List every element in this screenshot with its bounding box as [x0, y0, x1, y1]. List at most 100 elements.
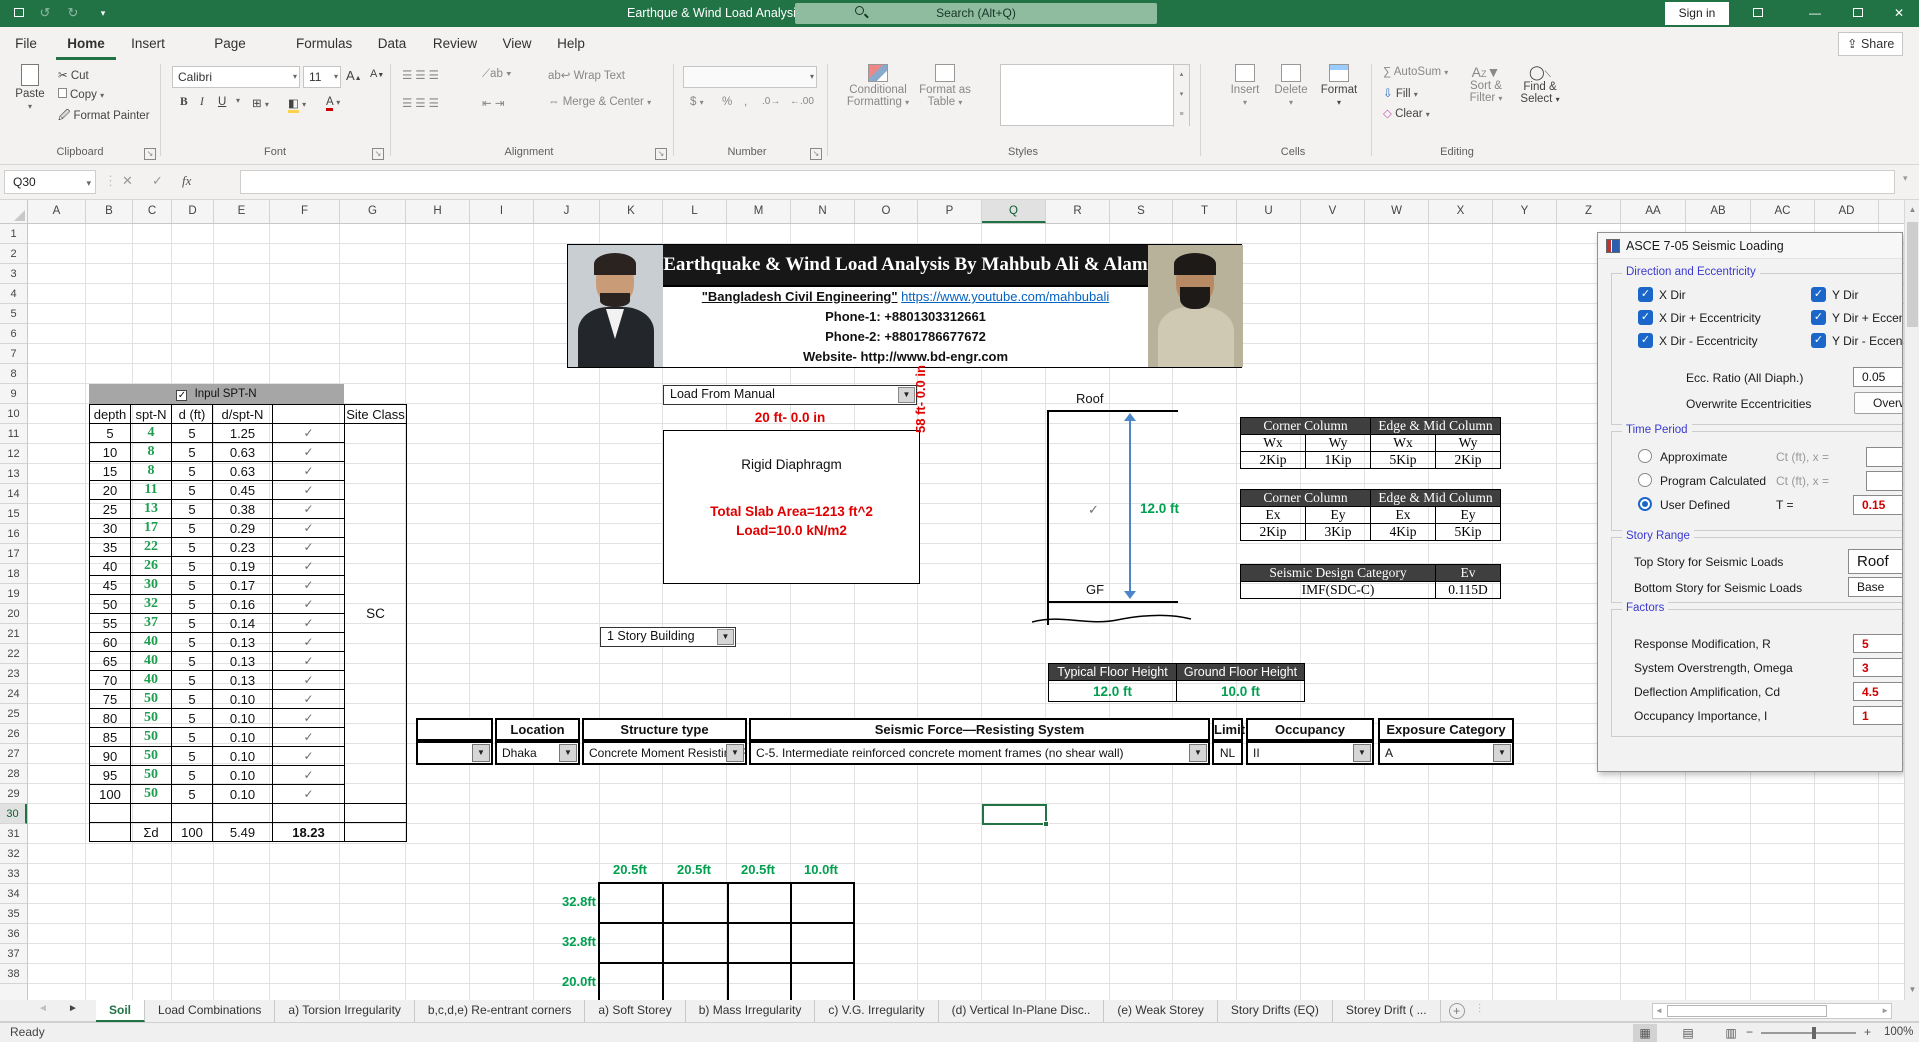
format-cells-button[interactable]: Format▾ — [1314, 64, 1364, 108]
column-header-V[interactable]: V — [1301, 200, 1365, 223]
sheet-tab-a-torsion-irregularity[interactable]: a) Torsion Irregularity — [275, 1000, 415, 1022]
paste-button[interactable]: Paste▾ — [8, 64, 52, 112]
row-header-16[interactable]: 16 — [0, 524, 27, 544]
vertical-align-icons[interactable]: ☰☰☰ — [402, 68, 442, 82]
column-header-A[interactable]: A — [28, 200, 86, 223]
column-header-S[interactable]: S — [1110, 200, 1173, 223]
share-button[interactable]: ⇪ Share — [1838, 32, 1903, 56]
row-header-29[interactable]: 29 — [0, 784, 27, 804]
normal-view-icon[interactable]: ▦ — [1633, 1024, 1657, 1042]
radio-approximate[interactable] — [1638, 449, 1652, 463]
column-header-Q[interactable]: Q — [982, 200, 1046, 223]
number-dialog-launcher[interactable]: ↘ — [810, 148, 822, 160]
page-break-view-icon[interactable]: ▥ — [1719, 1024, 1743, 1042]
checkbox-x-dir-eccentricity[interactable]: ✓ — [1638, 333, 1653, 348]
overwrite-button[interactable]: Overwrite — [1854, 392, 1903, 414]
radio-field[interactable] — [1866, 471, 1903, 491]
column-header-E[interactable]: E — [214, 200, 270, 223]
copy-button[interactable]: Copy ▾ — [58, 88, 104, 101]
radio-program-calculated[interactable] — [1638, 473, 1652, 487]
ribbon-display-options-icon[interactable] — [1738, 0, 1778, 27]
param-value-Seismic Force—Resisting System[interactable]: C-5. Intermediate reinforced concrete mo… — [749, 741, 1210, 765]
confirm-entry-icon[interactable]: ✓ — [152, 173, 163, 189]
ecc-ratio-field[interactable]: 0.05 — [1853, 367, 1903, 387]
column-header-Y[interactable]: Y — [1493, 200, 1557, 223]
row-headers[interactable]: 1234567891011121314151617181920212223242… — [0, 224, 28, 1000]
row-header-37[interactable]: 37 — [0, 944, 27, 964]
fill-handle[interactable] — [1043, 821, 1049, 827]
indent-icons[interactable]: ⇤ ⇥ — [482, 96, 504, 110]
ribbon-tab-data[interactable]: Data — [362, 27, 422, 60]
radio-user-defined[interactable] — [1638, 497, 1652, 511]
underline-button[interactable]: U — [218, 96, 226, 108]
row-header-25[interactable]: 25 — [0, 704, 27, 724]
row-header-17[interactable]: 17 — [0, 544, 27, 564]
column-header-R[interactable]: R — [1046, 200, 1110, 223]
combo-arrow-icon[interactable]: ▼ — [559, 744, 577, 762]
row-header-31[interactable]: 31 — [0, 824, 27, 844]
spt-data-row[interactable]: 5451.25✓SC — [90, 424, 407, 443]
column-header-T[interactable]: T — [1173, 200, 1237, 223]
increase-decimal-icon[interactable]: .0→ — [762, 96, 780, 107]
row-header-14[interactable]: 14 — [0, 484, 27, 504]
row-header-18[interactable]: 18 — [0, 564, 27, 584]
minimize-button[interactable]: — — [1795, 0, 1835, 27]
zoom-out-icon[interactable]: − — [1746, 1025, 1753, 1039]
factor-field[interactable]: 3 — [1853, 658, 1903, 677]
zoom-slider-thumb[interactable] — [1812, 1027, 1816, 1039]
column-header-H[interactable]: H — [406, 200, 470, 223]
customize-quick-access-icon[interactable]: ▾ — [92, 4, 114, 22]
asce-panel-title[interactable]: ASCE 7-05 Seismic Loading — [1598, 233, 1902, 259]
sheet-nav-right-icon[interactable]: ► — [68, 1003, 78, 1014]
ribbon-tab-file[interactable]: File — [0, 27, 56, 60]
column-header-I[interactable]: I — [470, 200, 534, 223]
column-header-M[interactable]: M — [727, 200, 791, 223]
ribbon-tab-page-layout[interactable]: Page Layout — [200, 27, 260, 60]
param-value-Location[interactable]: Dhaka▼ — [495, 741, 580, 765]
format-as-table-button[interactable]: Format asTable ▾ — [915, 64, 975, 108]
combo-arrow-icon[interactable]: ▼ — [1189, 744, 1207, 762]
checkbox-icon[interactable]: ✓ — [176, 390, 187, 401]
italic-button[interactable]: I — [200, 96, 204, 108]
row-header-2[interactable]: 2 — [0, 244, 27, 264]
column-header-O[interactable]: O — [855, 200, 918, 223]
param-value-Occupancy Category[interactable]: II▼ — [1246, 741, 1374, 765]
column-header-D[interactable]: D — [172, 200, 214, 223]
new-sheet-icon[interactable]: + — [1449, 1003, 1465, 1019]
autosum-button[interactable]: ∑ AutoSum ▾ — [1383, 66, 1448, 78]
column-header-G[interactable]: G — [340, 200, 406, 223]
ribbon-tab-review[interactable]: Review — [425, 27, 485, 60]
search-box[interactable]: Search (Alt+Q) — [795, 3, 1157, 24]
clear-button[interactable]: ◇ Clear ▾ — [1383, 106, 1430, 120]
sheet-tab-story-drifts-eq-[interactable]: Story Drifts (EQ) — [1218, 1000, 1333, 1022]
checkbox-x-dir[interactable]: ✓ — [1638, 287, 1653, 302]
combo-arrow-icon[interactable]: ▼ — [1493, 744, 1511, 762]
delete-cells-button[interactable]: Delete▾ — [1268, 64, 1314, 108]
column-header-B[interactable]: B — [86, 200, 133, 223]
row-header-21[interactable]: 21 — [0, 624, 27, 644]
sheet-tab-c-v-g-irregularity[interactable]: c) V.G. Irregularity — [815, 1000, 938, 1022]
comma-format-icon[interactable]: , — [744, 96, 747, 108]
row-header-4[interactable]: 4 — [0, 284, 27, 304]
format-painter-button[interactable]: 🖉 Format Painter — [58, 108, 150, 127]
ribbon-tab-help[interactable]: Help — [541, 27, 601, 60]
horizontal-align-icons[interactable]: ☰☰☰ — [402, 96, 442, 110]
row-header-7[interactable]: 7 — [0, 344, 27, 364]
row-header-33[interactable]: 33 — [0, 864, 27, 884]
row-header-38[interactable]: 38 — [0, 964, 27, 984]
font-color-icon[interactable]: A ▾ — [326, 96, 340, 108]
font-size-combo[interactable]: 11▾ — [303, 66, 341, 88]
vertical-scroll-thumb[interactable] — [1907, 222, 1918, 327]
fill-button[interactable]: ⇩ Fill ▾ — [1383, 86, 1418, 100]
scroll-up-icon[interactable]: ▲ — [1905, 202, 1919, 218]
row-header-23[interactable]: 23 — [0, 664, 27, 684]
row-header-32[interactable]: 32 — [0, 844, 27, 864]
column-header-F[interactable]: F — [270, 200, 340, 223]
hscroll-right-icon[interactable]: ► — [1881, 1006, 1889, 1015]
clipboard-dialog-launcher[interactable]: ↘ — [144, 148, 156, 160]
page-layout-view-icon[interactable]: ▤ — [1676, 1024, 1700, 1042]
horizontal-scrollbar[interactable]: ◄ ► — [1652, 1003, 1892, 1019]
gallery-scroll-buttons[interactable]: ▴▾≡ — [1173, 65, 1189, 127]
insert-cells-button[interactable]: Insert▾ — [1222, 64, 1268, 108]
percent-format-icon[interactable]: % — [722, 96, 732, 108]
